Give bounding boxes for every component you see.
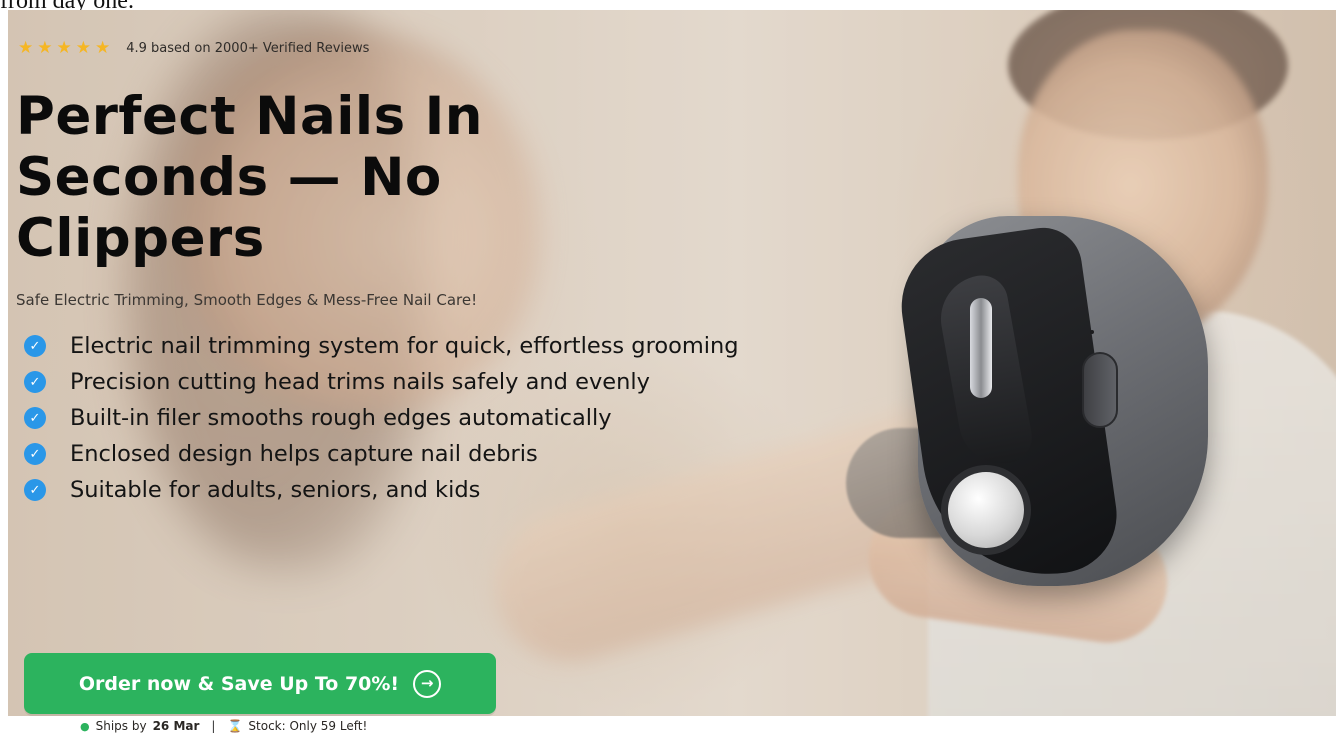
feature-text: Precision cutting head trims nails safel…: [70, 369, 650, 395]
subheadline: Safe Electric Trimming, Smooth Edges & M…: [16, 291, 478, 309]
check-circle-icon: ✓: [24, 371, 46, 393]
star-icon: ★: [37, 38, 53, 58]
check-circle-icon: ✓: [24, 335, 46, 357]
list-item: ✓ Built-in filer smooths rough edges aut…: [24, 404, 764, 433]
product-filer-wheel: [948, 472, 1024, 548]
order-now-label: Order now & Save Up To 70%!: [78, 672, 400, 695]
feature-text: Enclosed design helps capture nail debri…: [70, 441, 538, 467]
order-now-button[interactable]: Order now & Save Up To 70%! →: [24, 653, 496, 714]
list-item: ✓ Precision cutting head trims nails saf…: [24, 368, 764, 397]
hourglass-icon: ⌛: [227, 719, 243, 733]
star-icon: ★: [18, 38, 34, 58]
feature-list: ✓ Electric nail trimming system for quic…: [24, 332, 764, 512]
feature-text: Suitable for adults, seniors, and kids: [70, 477, 481, 503]
list-item: ✓ Suitable for adults, seniors, and kids: [24, 476, 764, 505]
shipping-info: ● Ships by 26 Mar | ⌛ Stock: Only 59 Lef…: [80, 713, 367, 739]
check-circle-icon: ✓: [24, 407, 46, 429]
ships-prefix: Ships by: [95, 719, 147, 733]
separator: |: [211, 719, 216, 733]
product-blade: [970, 298, 992, 398]
list-item: ✓ Enclosed design helps capture nail deb…: [24, 440, 764, 469]
star-icon: ★: [95, 38, 111, 58]
ships-date: 26 Mar: [152, 719, 200, 733]
rating-text: 4.9 based on 2000+ Verified Reviews: [126, 40, 370, 56]
feature-text: Electric nail trimming system for quick,…: [70, 333, 739, 359]
star-icon: ★: [75, 38, 91, 58]
product-indicator: [1090, 330, 1094, 334]
list-item: ✓ Electric nail trimming system for quic…: [24, 332, 764, 361]
check-circle-icon: ✓: [24, 479, 46, 501]
stock-text: Stock: Only 59 Left!: [248, 719, 368, 733]
page-title: Perfect Nails In Seconds — No Clippers: [16, 86, 484, 269]
feature-text: Built-in filer smooths rough edges autom…: [70, 405, 612, 431]
hero-section: ★ ★ ★ ★ ★ 4.9 based on 2000+ Verified Re…: [8, 10, 1336, 716]
rating-row: ★ ★ ★ ★ ★ 4.9 based on 2000+ Verified Re…: [18, 38, 369, 58]
product-side-button: [1082, 352, 1118, 428]
shipping-dot-icon: ●: [80, 719, 90, 733]
product-image: [846, 206, 1208, 606]
arrow-right-icon: →: [413, 669, 442, 698]
star-icon: ★: [56, 38, 72, 58]
check-circle-icon: ✓: [24, 443, 46, 465]
